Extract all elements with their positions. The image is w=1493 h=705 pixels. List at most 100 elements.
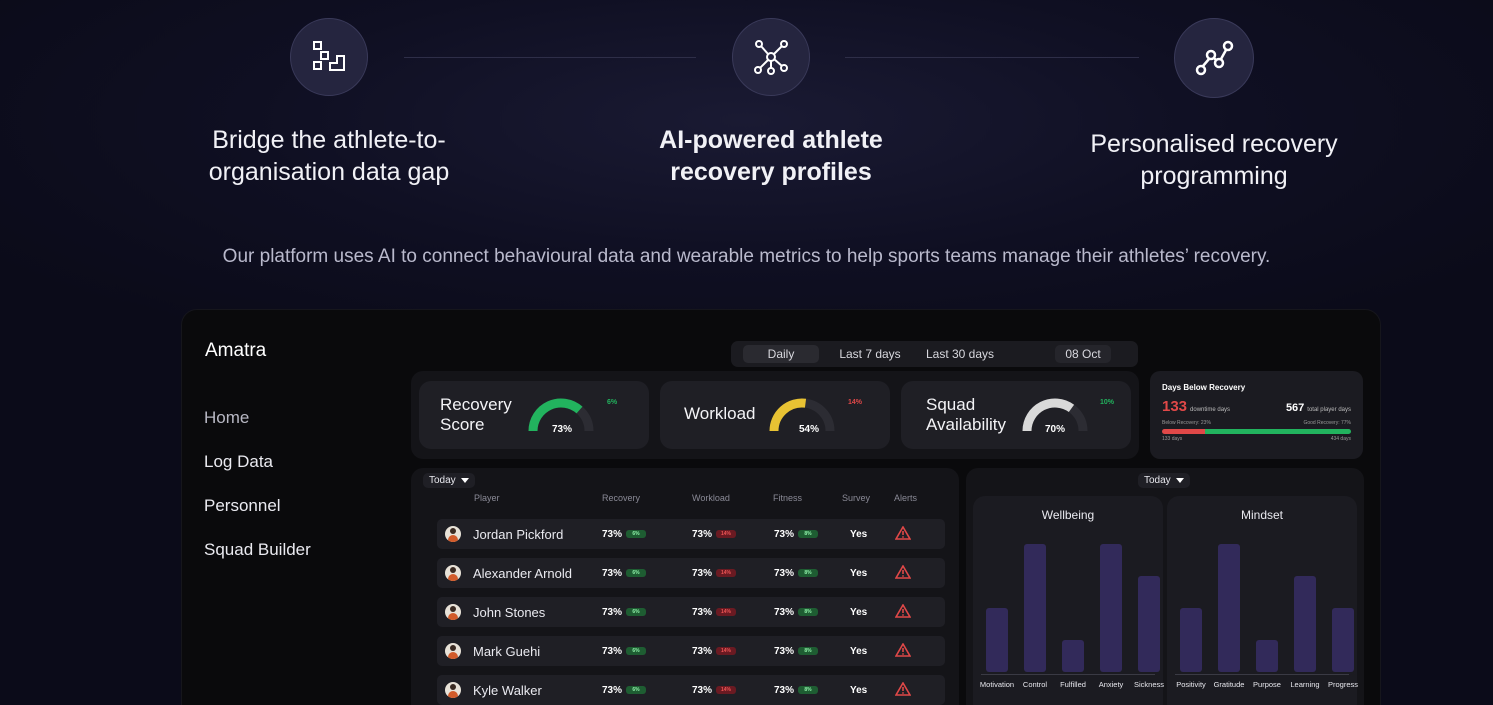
days-below-recovery-card: Days Below Recovery 133 downtime days 56… <box>1150 371 1363 459</box>
feature-title: Personalised recovery programming <box>1090 130 1338 190</box>
kpi-value: 54% <box>799 424 820 435</box>
downtime-days-value: 133 <box>1162 398 1188 415</box>
kpi-label: Recovery <box>440 395 512 414</box>
recovery-split-bar <box>1162 429 1351 434</box>
kpi-card-workload[interactable]: Workload 54% 14% <box>660 381 959 449</box>
recovery-value: 73% 6% <box>602 646 647 657</box>
recovery-change-badge: 6% <box>626 608 647 617</box>
survey-status: Yes <box>850 568 868 579</box>
trend-up-icon: 6% <box>604 399 718 438</box>
workload-value: 73% 14% <box>692 685 737 696</box>
below-recovery-segment <box>1162 429 1206 434</box>
fitness-value: 73% 8% <box>774 685 819 696</box>
column-header: Alerts <box>894 493 918 503</box>
player-name: Mark Guehi <box>473 644 541 659</box>
workload-value: 73% 14% <box>692 568 737 579</box>
nav-item-squad-builder[interactable]: Squad Builder <box>204 540 311 560</box>
feature-title: Bridge the athlete-to-organisation data … <box>208 126 450 186</box>
total-days-value: 567 <box>1285 402 1305 414</box>
player-table-card: Today Player Recovery Workload Fitness S… <box>411 468 959 705</box>
trend-down-icon: 14% <box>845 399 959 439</box>
column-header: Survey <box>842 493 871 503</box>
dashboard-app-window: Amatra Home Log Data Personnel Squad Bui… <box>181 309 1381 705</box>
alert-warning-icon[interactable] <box>894 603 912 623</box>
mindset-chart: Mindset Positivity Gratitude Purpose Learni… <box>1167 496 1358 705</box>
kpi-label: Squad <box>926 395 976 414</box>
table-row[interactable]: Mark Guehi 73% 6% 73% 14% 73% 8% Yes <box>437 636 945 666</box>
avatar <box>445 643 461 659</box>
chart-baseline <box>981 674 1155 675</box>
platform-tagline: Our platform uses AI to connect behaviou… <box>222 246 1271 267</box>
table-row[interactable]: Alexander Arnold 73% 6% 73% 14% 73% 8% Yes <box>437 558 945 588</box>
table-row[interactable]: Kyle Walker 73% 6% 73% 14% 73% 8% Yes <box>437 675 945 705</box>
bar-anxiety <box>1100 544 1122 672</box>
kpi-card-squad-availability[interactable]: Squad Availability 70% 10% <box>901 381 1211 449</box>
bar-gratitude <box>1218 544 1240 672</box>
table-row[interactable]: John Stones 73% 6% 73% 14% 73% 8% Yes <box>437 597 945 627</box>
x-tick-label: Progress <box>1327 680 1358 689</box>
recovery-value: 73% 6% <box>602 607 647 618</box>
bar-control <box>1024 544 1046 672</box>
good-days-small: 434 days <box>1330 436 1351 442</box>
column-header: Player <box>474 493 500 503</box>
trend-graph-icon <box>1174 18 1254 98</box>
trend-value: 14% <box>848 399 863 406</box>
date-range-selector: Daily Last 7 days Last 30 days 08 Oct <box>731 341 1138 367</box>
recovery-change-badge: 6% <box>626 686 647 695</box>
table-row[interactable]: Jordan Pickford 73% 6% 73% 14% 73% 8% Yes <box>437 519 945 549</box>
tab-last-30-days[interactable]: Last 30 days <box>917 345 1003 363</box>
alert-warning-icon[interactable] <box>894 681 912 701</box>
kpi-card-recovery-score[interactable]: Recovery Score 73% 6% <box>419 381 718 449</box>
bar-motivation <box>986 608 1008 672</box>
alert-warning-icon[interactable] <box>894 525 912 545</box>
column-header: Workload <box>692 493 730 503</box>
x-tick-label: Sickness <box>1133 680 1164 689</box>
wellbeing-chart: Wellbeing Motivation Control Fulfilled Anxi… <box>973 496 1164 705</box>
chart-filter-dropdown[interactable]: Today <box>1138 473 1190 488</box>
fitness-value: 73% 8% <box>774 646 819 657</box>
alert-warning-icon[interactable] <box>894 564 912 584</box>
recovery-change-badge: 6% <box>626 569 647 578</box>
trend-up-icon: 10% <box>1097 399 1211 438</box>
tab-last-7-days[interactable]: Last 7 days <box>831 345 909 363</box>
good-recovery-segment <box>1205 429 1351 434</box>
bar-learning <box>1294 576 1316 672</box>
recovery-value: 73% 6% <box>602 568 647 579</box>
fitness-change-badge: 8% <box>798 608 819 617</box>
avatar <box>445 565 461 581</box>
nav-item-log-data[interactable]: Log Data <box>204 452 273 472</box>
feature-title: AI-powered athlete recovery profiles <box>659 126 883 186</box>
survey-status: Yes <box>850 607 868 618</box>
survey-status: Yes <box>850 685 868 696</box>
date-picker[interactable]: 08 Oct <box>1055 345 1111 363</box>
column-header: Fitness <box>773 493 803 503</box>
player-name: Jordan Pickford <box>473 527 564 542</box>
table-filter-dropdown[interactable]: Today <box>423 473 475 488</box>
fitness-change-badge: 8% <box>798 686 819 695</box>
below-days-small: 133 days <box>1162 436 1183 442</box>
workload-change-badge: 14% <box>716 686 737 695</box>
fitness-value: 73% 8% <box>774 568 819 579</box>
avatar <box>445 682 461 698</box>
bar-positivity <box>1180 608 1202 672</box>
good-recovery-legend: Good Recovery: 77% <box>1303 420 1351 426</box>
nav-item-home[interactable]: Home <box>204 408 249 428</box>
player-name: Alexander Arnold <box>473 566 573 581</box>
fitness-value: 73% 8% <box>774 529 819 540</box>
workload-change-badge: 14% <box>716 530 737 539</box>
kpi-value: 70% <box>1045 424 1066 435</box>
workload-change-badge: 14% <box>716 647 737 656</box>
card-title: Days Below Recovery <box>1162 383 1246 392</box>
survey-charts-card: Today Wellbeing Motivation Control Fulfill… <box>966 468 1364 705</box>
feature-data-gap: Bridge the athlete-to-organisation data … <box>149 18 509 188</box>
alert-warning-icon[interactable] <box>894 642 912 662</box>
workload-value: 73% 14% <box>692 646 737 657</box>
column-header: Recovery <box>602 493 641 503</box>
chart-baseline <box>1175 674 1349 675</box>
trend-value: 10% <box>1100 399 1115 406</box>
nav-item-personnel[interactable]: Personnel <box>204 496 281 516</box>
tab-daily[interactable]: Daily <box>743 345 819 363</box>
kpi-row: Recovery Score 73% 6% Workload 54% 14% Sq… <box>411 371 1211 459</box>
survey-status: Yes <box>850 529 868 540</box>
survey-status: Yes <box>850 646 868 657</box>
